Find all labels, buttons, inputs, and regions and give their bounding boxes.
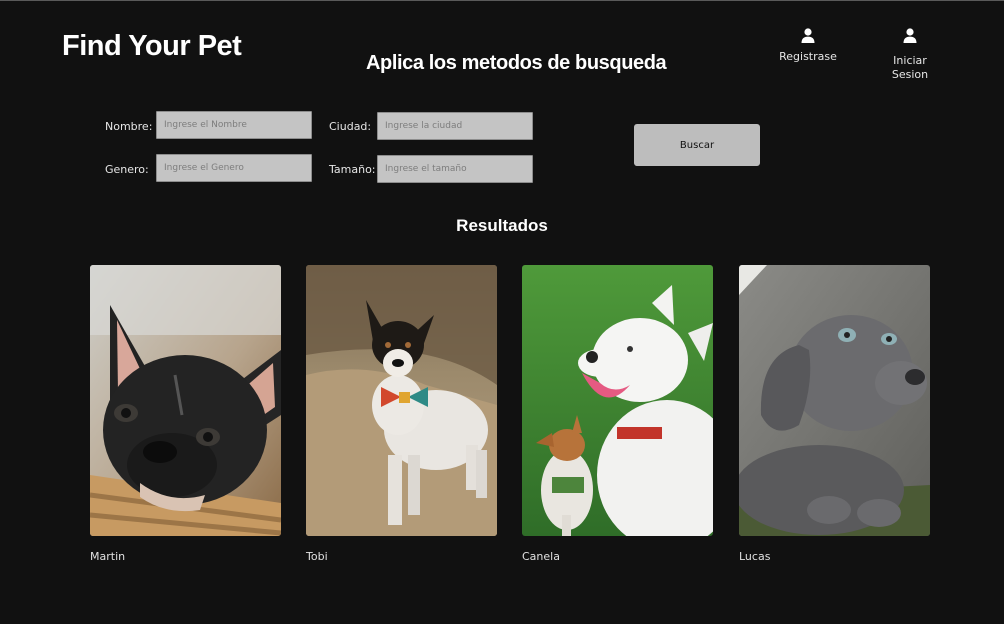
results-title: Resultados — [456, 216, 548, 235]
ciudad-input[interactable] — [377, 112, 533, 140]
login-link[interactable]: Iniciar Sesion — [870, 28, 950, 82]
tamano-label: Tamaño: — [329, 163, 376, 176]
login-label: Iniciar Sesion — [891, 54, 929, 81]
terrier-with-bowtie-photo[interactable] — [306, 265, 497, 536]
pet-name: Canela — [522, 550, 560, 563]
top-border — [0, 0, 1004, 1]
pet-card[interactable]: Tobi — [306, 265, 497, 563]
nombre-label: Nombre: — [105, 120, 153, 133]
user-icon — [903, 28, 917, 43]
two-dogs-on-grass-photo[interactable] — [522, 265, 713, 536]
register-link[interactable]: Registrase — [768, 28, 848, 64]
pet-card[interactable]: Martin — [90, 265, 281, 563]
french-bulldog-photo[interactable] — [90, 265, 281, 536]
page-headline: Aplica los metodos de busqueda — [366, 52, 667, 74]
tamano-input[interactable] — [377, 155, 533, 183]
search-button[interactable]: Buscar — [634, 124, 760, 166]
weimaraner-puppy-photo[interactable] — [739, 265, 930, 536]
pet-card[interactable]: Canela — [522, 265, 713, 563]
user-icon — [801, 28, 815, 43]
ciudad-label: Ciudad: — [329, 120, 372, 133]
pet-name: Martin — [90, 550, 126, 563]
register-label: Registrase — [779, 50, 837, 63]
brand-logo[interactable]: Find Your Pet — [62, 30, 242, 63]
genero-input[interactable] — [156, 154, 312, 182]
nombre-input[interactable] — [156, 111, 312, 139]
pet-card[interactable]: Lucas — [739, 265, 930, 563]
pet-name: Lucas — [739, 550, 771, 563]
genero-label: Genero: — [105, 163, 149, 176]
pet-name: Tobi — [306, 550, 328, 563]
